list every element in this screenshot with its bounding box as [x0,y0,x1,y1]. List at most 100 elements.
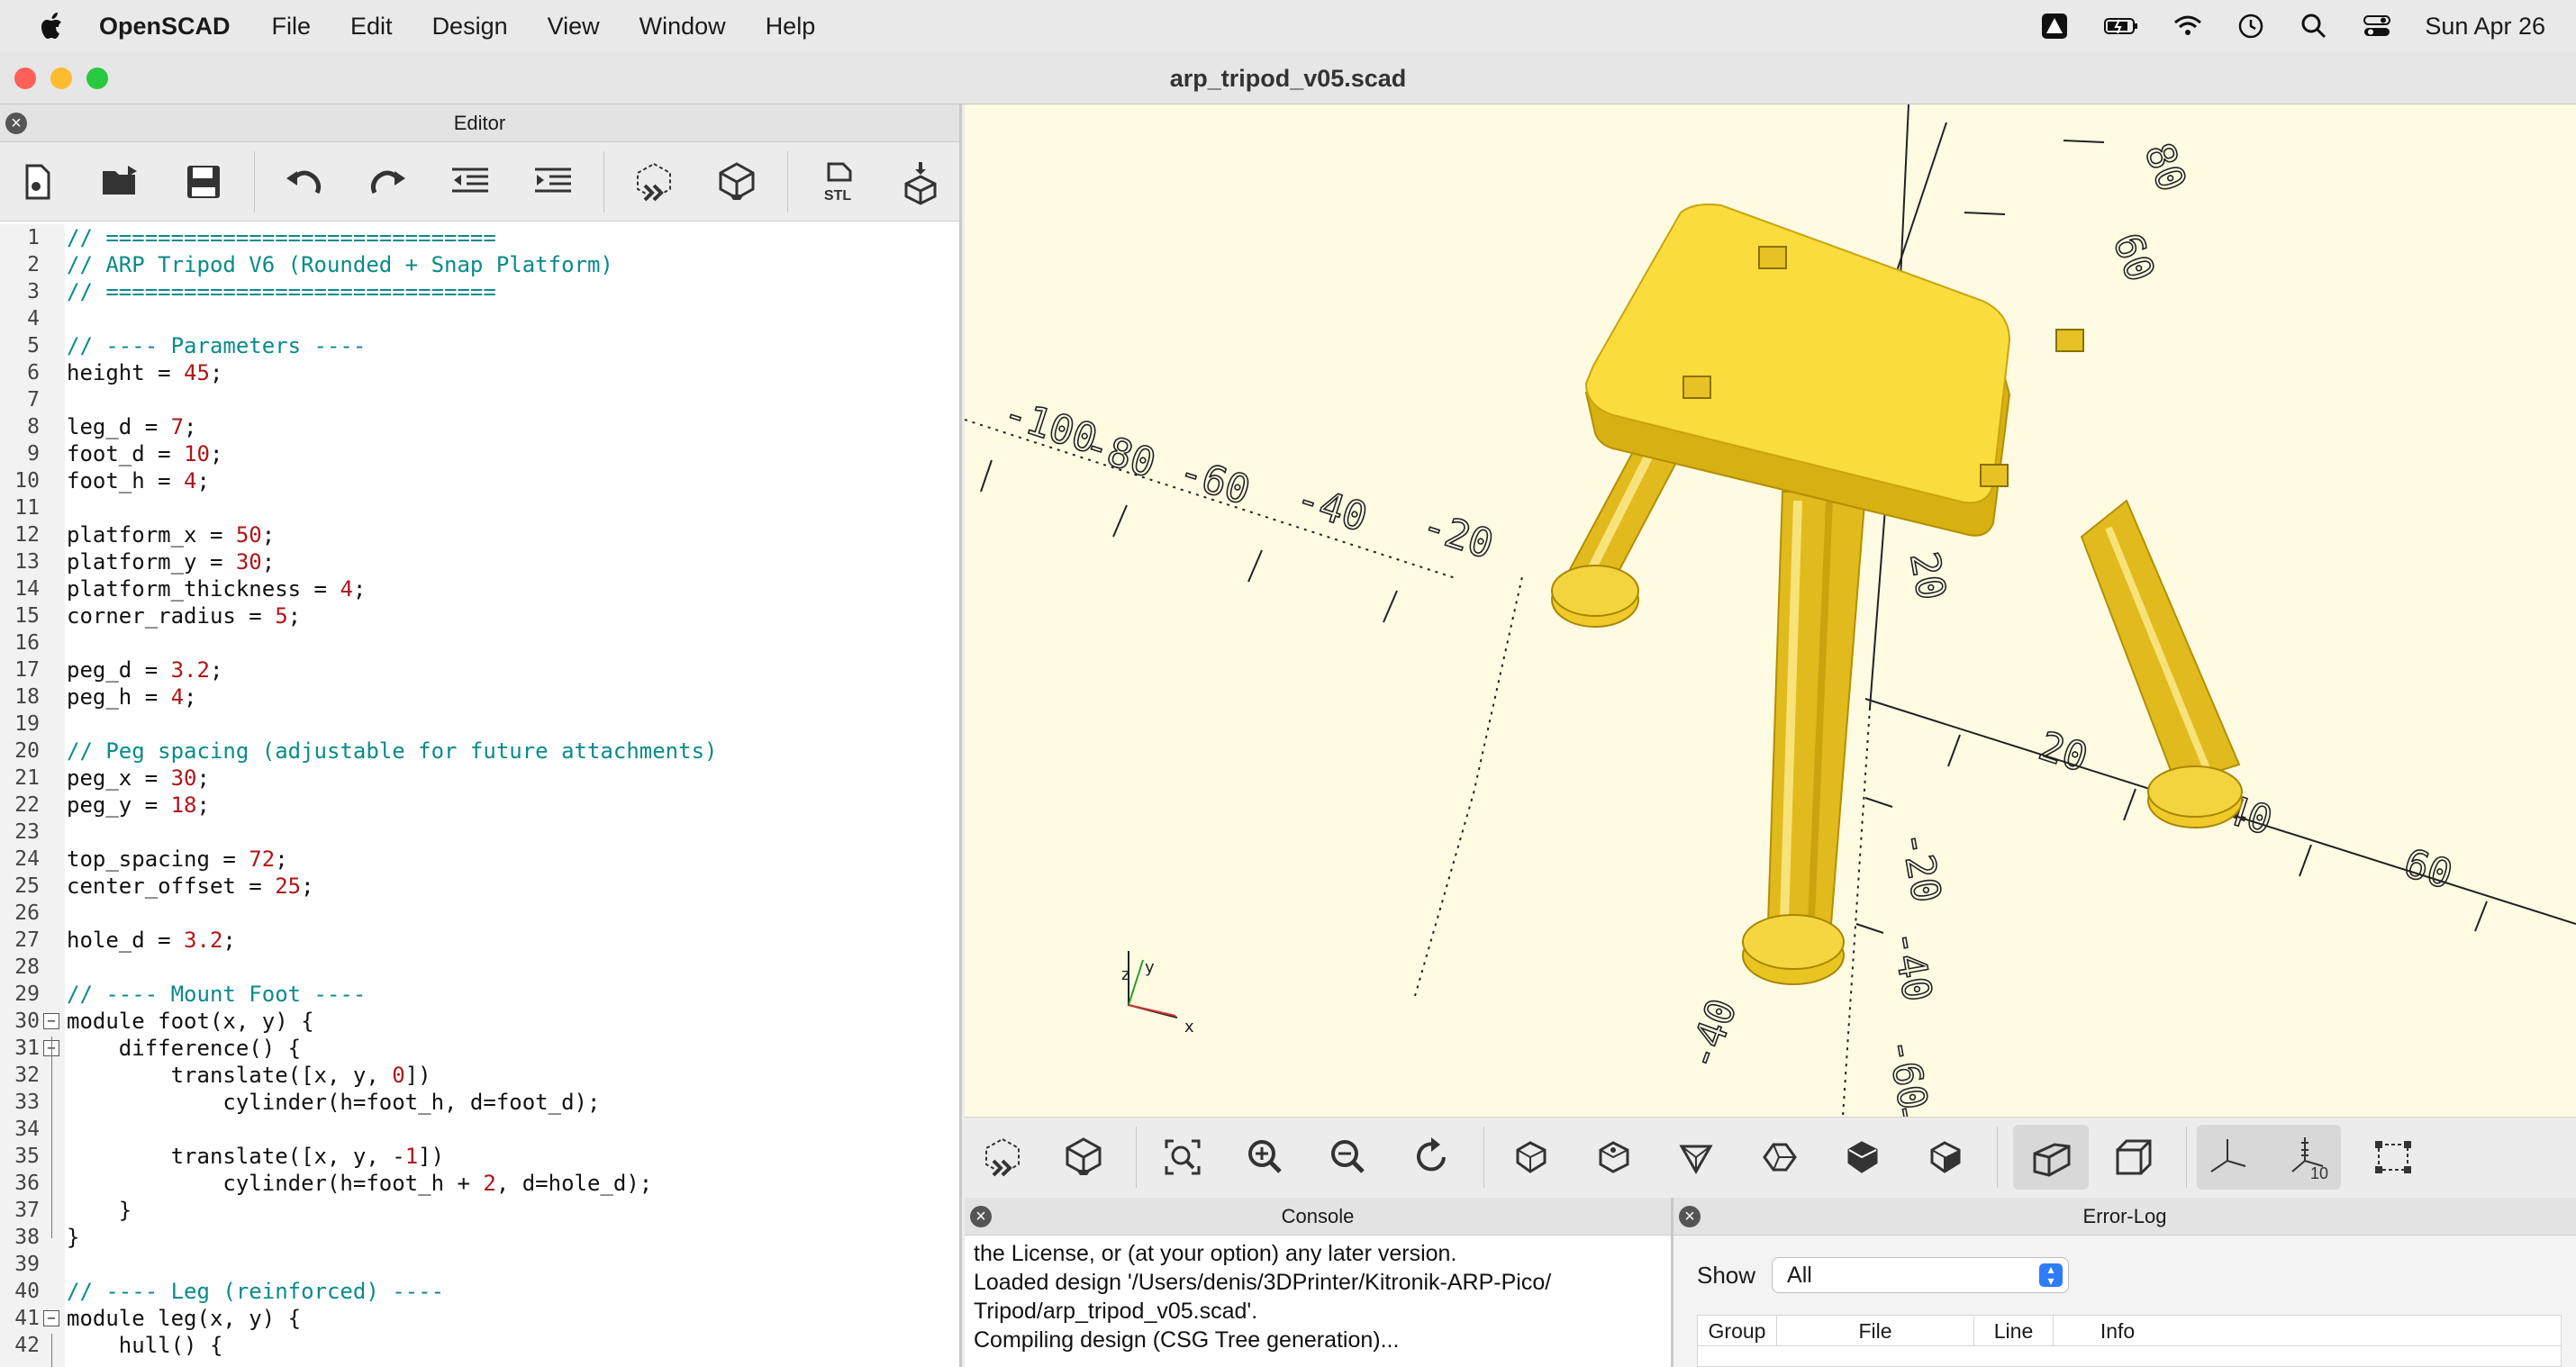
code-line[interactable]: 37 } [0,1197,959,1224]
time-machine-icon[interactable] [2236,11,2266,41]
code-editor[interactable]: 1 // ============================== 2 // AR… [0,224,959,1367]
code-line[interactable]: 10 foot_h = 4; [0,467,959,494]
menubar-date[interactable]: Sun Apr 26 [2425,13,2545,41]
viewport-preview-icon[interactable] [977,1132,1028,1182]
code-line[interactable]: 33 cylinder(h=foot_h, d=foot_d); [0,1089,959,1116]
console-output[interactable]: the License, or (at your option) any lat… [965,1236,1671,1367]
menu-app-name[interactable]: OpenSCAD [99,13,231,41]
menu-view[interactable]: View [548,13,600,41]
code-line[interactable]: 42 hull() { [0,1332,959,1359]
undo-icon[interactable] [279,157,330,207]
code-line[interactable]: 41− module leg(x, y) { [0,1305,959,1332]
column-file[interactable]: File [1777,1316,1974,1345]
menu-edit[interactable]: Edit [350,13,393,41]
code-line[interactable]: 27 hole_d = 3.2; [0,927,959,954]
code-line[interactable]: 36 cylinder(h=foot_h + 2, d=hole_d); [0,1170,959,1197]
perspective-icon[interactable] [2026,1132,2076,1182]
save-icon[interactable] [178,157,229,207]
code-line[interactable]: 1 // ============================== [0,224,959,251]
preview-icon[interactable] [629,157,679,207]
show-filter-select[interactable]: All ▴ ▾ [1772,1257,2070,1293]
code-line[interactable]: 26 [0,900,959,927]
code-line[interactable]: 32 translate([x, y, 0]) [0,1062,959,1089]
unindent-icon[interactable] [445,157,495,207]
code-line[interactable]: 40 // ---- Leg (reinforced) ---- [0,1278,959,1305]
code-line[interactable]: 2 // ARP Tripod V6 (Rounded + Snap Platfo… [0,251,959,278]
column-info[interactable]: Info [2054,1316,2181,1345]
code-line[interactable]: 9 foot_d = 10; [0,440,959,467]
view-top-icon[interactable] [1588,1132,1638,1182]
code-line[interactable]: 30− module foot(x, y) { [0,1008,959,1035]
view-back-icon[interactable] [1919,1132,1970,1182]
view-left-icon[interactable] [1754,1132,1804,1182]
open-file-icon[interactable] [95,157,146,207]
column-line[interactable]: Line [1974,1316,2054,1345]
battery-icon[interactable] [2102,11,2140,41]
close-console-icon[interactable]: × [970,1206,992,1227]
code-line[interactable]: 8 leg_d = 7; [0,413,959,440]
view-all-icon[interactable] [1157,1132,1208,1182]
code-line[interactable]: 21 peg_x = 30; [0,765,959,792]
spotlight-search-icon[interactable] [2299,11,2329,41]
view-right-icon[interactable] [1505,1132,1556,1182]
export-stl-icon[interactable]: STL [812,157,863,207]
code-line[interactable]: 7 [0,386,959,413]
code-line[interactable]: 5 // ---- Parameters ---- [0,332,959,359]
3d-viewport[interactable]: -100-80-60-40-2020406080604020-20-40-60-… [965,104,2576,1117]
status-app-icon[interactable] [2039,11,2070,41]
zoom-out-icon[interactable] [1323,1132,1374,1182]
code-line[interactable]: 38} [0,1224,959,1251]
code-line[interactable]: 4 [0,305,959,332]
code-line[interactable]: 34 [0,1116,959,1143]
apple-icon[interactable] [34,8,70,44]
menu-design[interactable]: Design [432,13,508,41]
send-to-printer-icon[interactable] [895,157,946,207]
code-line[interactable]: 19 [0,711,959,738]
code-line[interactable]: 11 [0,494,959,521]
menu-window[interactable]: Window [639,13,726,41]
editor-toolbar: STL [0,142,959,222]
column-group[interactable]: Group [1698,1316,1777,1345]
redo-icon[interactable] [362,157,413,207]
indent-icon[interactable] [528,157,578,207]
show-axes-icon[interactable] [2202,1132,2253,1182]
menu-help[interactable]: Help [766,13,816,41]
code-line[interactable]: 17 peg_d = 3.2; [0,656,959,684]
code-line[interactable]: 24 top_spacing = 72; [0,846,959,873]
show-edges-icon[interactable] [2368,1132,2418,1182]
new-file-icon[interactable] [13,157,63,207]
code-line[interactable]: 3 // ============================== [0,278,959,305]
viewport-render-icon[interactable] [1058,1132,1109,1182]
code-line[interactable]: 29 // ---- Mount Foot ---- [0,981,959,1008]
viewport-canvas[interactable]: -100-80-60-40-2020406080604020-20-40-60-… [965,104,2576,1117]
orthogonal-icon[interactable] [2109,1132,2159,1182]
code-line[interactable]: 15 corner_radius = 5; [0,602,959,629]
code-line[interactable]: 12 platform_x = 50; [0,521,959,548]
reset-view-icon[interactable] [1406,1132,1456,1182]
zoom-in-icon[interactable] [1240,1132,1291,1182]
control-center-icon[interactable] [2362,11,2392,41]
view-bottom-icon[interactable] [1671,1132,1721,1182]
code-line[interactable]: 20 // Peg spacing (adjustable for future … [0,738,959,765]
menu-file[interactable]: File [272,13,312,41]
wifi-icon[interactable] [2172,11,2203,41]
code-line[interactable]: 25 center_offset = 25; [0,873,959,900]
code-line[interactable]: 22 peg_y = 18; [0,792,959,819]
render-icon[interactable] [712,157,762,207]
fold-toggle-icon[interactable]: − [43,1310,59,1326]
code-line[interactable]: 13 platform_y = 30; [0,548,959,575]
code-line[interactable]: 39 [0,1251,959,1278]
code-line[interactable]: 23 [0,819,959,846]
close-error-log-icon[interactable]: × [1679,1206,1701,1227]
close-editor-icon[interactable]: × [5,113,27,134]
code-line[interactable]: 16 [0,629,959,656]
show-scale-markers-icon[interactable]: 10 [2285,1132,2336,1182]
code-line[interactable]: 18 peg_h = 4; [0,684,959,711]
fold-toggle-icon[interactable]: − [43,1013,59,1029]
code-line[interactable]: 14 platform_thickness = 4; [0,575,959,602]
code-line[interactable]: 28 [0,954,959,981]
code-line[interactable]: 35 translate([x, y, -1]) [0,1143,959,1170]
code-line[interactable]: 6 height = 45; [0,359,959,386]
code-line[interactable]: 31− difference() { [0,1035,959,1062]
view-front-icon[interactable] [1837,1132,1887,1182]
